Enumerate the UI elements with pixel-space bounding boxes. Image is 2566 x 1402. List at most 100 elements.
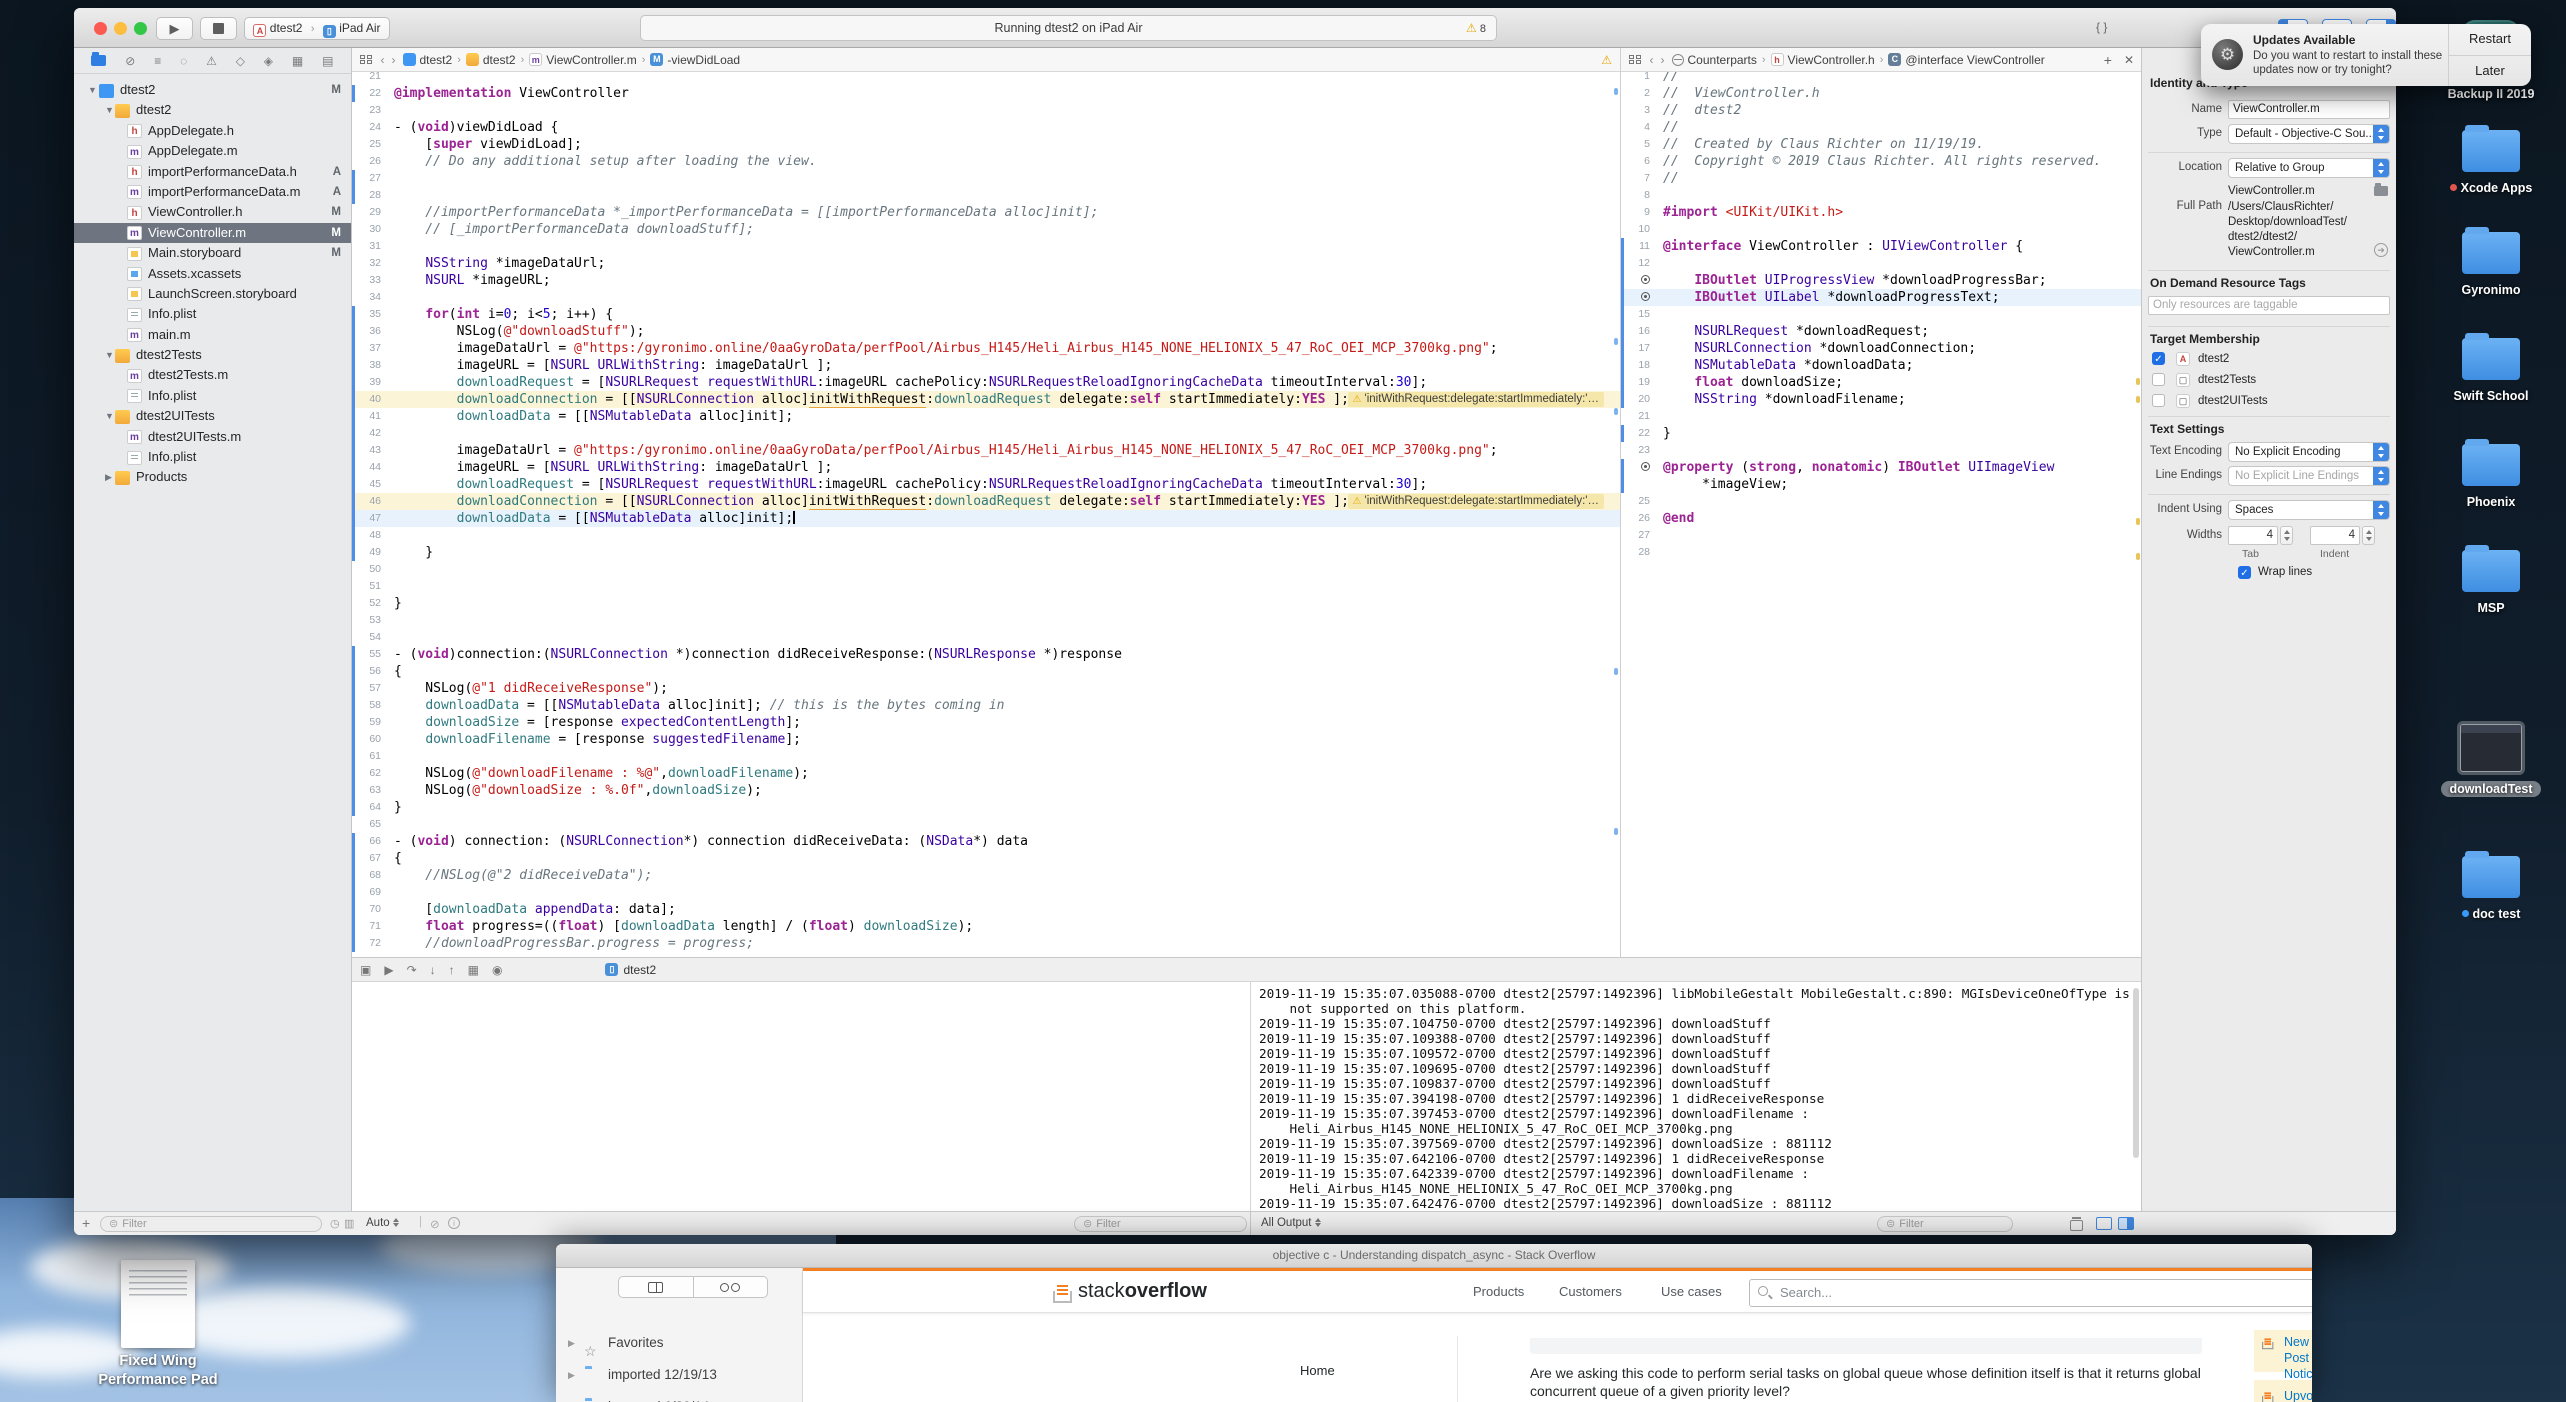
code-line[interactable]: IBOutlet UILabel *downloadProgressText; [1621,289,2141,306]
back-button[interactable]: ‹ [1650,53,1654,67]
forward-button[interactable]: › [1661,53,1665,67]
project-navigator-icon[interactable] [91,55,106,66]
close-button[interactable] [94,22,107,35]
code-line[interactable]: 42 [352,425,1620,442]
code-line[interactable]: 19 float downloadSize; [1621,374,2141,391]
add-assistant-button[interactable]: + [2104,52,2112,68]
scm-filter-icon[interactable]: ▥ [344,1217,354,1230]
file-tree-row[interactable]: Info.plist [74,304,351,324]
code-line[interactable]: 25 [super viewDidLoad]; [352,136,1620,153]
show-console-toggle[interactable] [2118,1217,2134,1230]
code-line[interactable]: 36 NSLog(@"downloadStuff"); [352,323,1620,340]
symbol-navigator-icon[interactable]: ≡ [154,54,161,68]
code-line[interactable]: 4// [1621,119,2141,136]
notice-banner-1[interactable]: New Post Notices (Closed/On Hold/etc.) r… [2254,1330,2312,1372]
code-line[interactable]: 12 [1621,255,2141,272]
desktop-icon-doc-test[interactable]: doc test [2406,856,2566,921]
code-line[interactable]: 24- (void)viewDidLoad { [352,119,1620,136]
desktop-icon-phoenix[interactable]: Phoenix [2406,444,2566,509]
connection-well[interactable] [1621,272,1655,289]
console-scrollbar[interactable] [2133,988,2139,1158]
code-line[interactable]: 27 [352,170,1620,187]
close-assistant-button[interactable]: ✕ [2124,53,2134,67]
code-line[interactable]: 61 [352,748,1620,765]
code-line[interactable]: 10 [1621,221,2141,238]
code-line[interactable]: 72 //downloadProgressBar.progress = prog… [352,935,1620,952]
stop-button[interactable] [200,17,237,40]
disclosure-icon[interactable]: ▶ [568,1392,575,1402]
code-line[interactable]: 48 [352,527,1620,544]
code-line[interactable]: 43 imageDataUrl = @"https:/gyronimo.onli… [352,442,1620,459]
indent-width-stepper[interactable] [2362,526,2375,545]
continue-icon[interactable]: ▶ [384,963,393,977]
folder-icon[interactable] [2374,186,2388,196]
disclosure-icon[interactable]: ▶ [568,1360,575,1390]
code-line[interactable]: 28 [1621,544,2141,561]
code-line[interactable]: 34 [352,289,1620,306]
code-line[interactable]: 1// [1621,72,2141,85]
code-line[interactable]: 44 imageURL = [NSURL URLWithString: imag… [352,459,1620,476]
desktop-icon-swift-school[interactable]: Swift School [2406,338,2566,403]
target-checkbox-dtest2UITests[interactable] [2152,394,2165,407]
restart-button[interactable]: Restart [2449,24,2531,55]
info-icon[interactable]: i [448,1217,460,1229]
name-field[interactable]: ViewController.m [2228,100,2390,119]
header-source-code[interactable]: 1//2// ViewController.h3// dtest24//5// … [1621,72,2141,957]
bookmark-row-favorites[interactable]: ▶☆Favorites [556,1328,802,1358]
code-line[interactable]: 62 NSLog(@"downloadFilename : %@",downlo… [352,765,1620,782]
inline-warning-badge[interactable]: ⚠'initWithRequest:delegate:startImmediat… [1348,392,1604,407]
file-tree-row[interactable]: mdtest2Tests.m [74,365,351,385]
back-button[interactable]: ‹ [381,53,385,67]
code-line[interactable]: 56{ [352,663,1620,680]
code-line[interactable]: 65 [352,816,1620,833]
code-line[interactable]: 2// ViewController.h [1621,85,2141,102]
clear-console-icon[interactable] [2070,1217,2083,1231]
file-tree-row[interactable]: ▼dtest2 [74,100,351,120]
bookmarks-tab[interactable] [619,1277,694,1297]
file-tree-row[interactable]: mViewController.mM [74,223,351,243]
code-line[interactable]: 45 downloadRequest = [NSURLRequest reque… [352,476,1620,493]
type-dropdown[interactable]: Default - Objective-C Sou... [2228,124,2390,144]
code-line[interactable]: 66- (void) connection: (NSURLConnection*… [352,833,1620,850]
file-tree-row[interactable]: mimportPerformanceData.mA [74,182,351,202]
code-line[interactable]: 51 [352,578,1620,595]
code-line[interactable]: 29 //importPerformanceData *_importPerfo… [352,204,1620,221]
notice-banner-2[interactable]: Upvotes on questions will now be worth t… [2254,1380,2312,1402]
related-items-icon[interactable] [1629,55,1641,65]
file-tree-row[interactable]: mAppDelegate.m [74,141,351,161]
code-line[interactable]: 11@interface ViewController : UIViewCont… [1621,238,2141,255]
variables-scope-selector[interactable]: Auto [366,1217,399,1229]
disclosure-icon[interactable]: ▼ [88,80,97,100]
code-line[interactable]: 16 NSURLRequest *downloadRequest; [1621,323,2141,340]
safari-titlebar[interactable]: objective c - Understanding dispatch_asy… [556,1244,2312,1268]
no-variables-icon[interactable]: ⊘ [430,1217,440,1231]
code-line[interactable]: 37 imageDataUrl = @"https:/gyronimo.onli… [352,340,1620,357]
report-navigator-icon[interactable]: ▤ [322,54,333,68]
stackoverflow-logo[interactable]: stackoverflow [1053,1280,1207,1303]
code-line[interactable]: 21 [352,72,1620,85]
text-encoding-dropdown[interactable]: No Explicit Encoding [2228,442,2390,462]
code-line[interactable]: 70 [downloadData appendData: data]; [352,901,1620,918]
file-tree-row[interactable]: himportPerformanceData.hA [74,162,351,182]
file-tree-row[interactable]: mdtest2UITests.m [74,427,351,447]
desktop-icon-msp[interactable]: MSP [2406,550,2566,615]
code-line[interactable]: 67{ [352,850,1620,867]
show-variables-toggle[interactable] [2096,1217,2112,1230]
target-checkbox-dtest2Tests[interactable] [2152,373,2165,386]
code-line[interactable]: 9#import <UIKit/UIKit.h> [1621,204,2141,221]
related-items-icon[interactable] [360,55,372,65]
debug-navigator-icon[interactable]: ◈ [264,54,273,68]
code-line[interactable]: 7// [1621,170,2141,187]
wrap-lines-checkbox[interactable]: ✓ [2238,566,2251,579]
code-line[interactable]: *imageView; [1621,476,2141,493]
code-line[interactable]: 32 NSString *imageDataUrl; [352,255,1620,272]
disclosure-icon[interactable]: ▼ [105,406,114,426]
code-line[interactable]: 49 } [352,544,1620,561]
assistant-jump-bar[interactable]: ‹ › Counterparts › hViewController.h › C… [1621,48,2142,72]
file-tree-row[interactable]: hAppDelegate.h [74,121,351,141]
code-line[interactable]: 22@implementation ViewController [352,85,1620,102]
console-scope-selector[interactable]: All Output [1261,1217,1321,1229]
code-line[interactable]: 38 imageURL = [NSURL URLWithString: imag… [352,357,1620,374]
file-tree-row[interactable]: Info.plist [74,447,351,467]
zoom-button[interactable] [134,22,147,35]
